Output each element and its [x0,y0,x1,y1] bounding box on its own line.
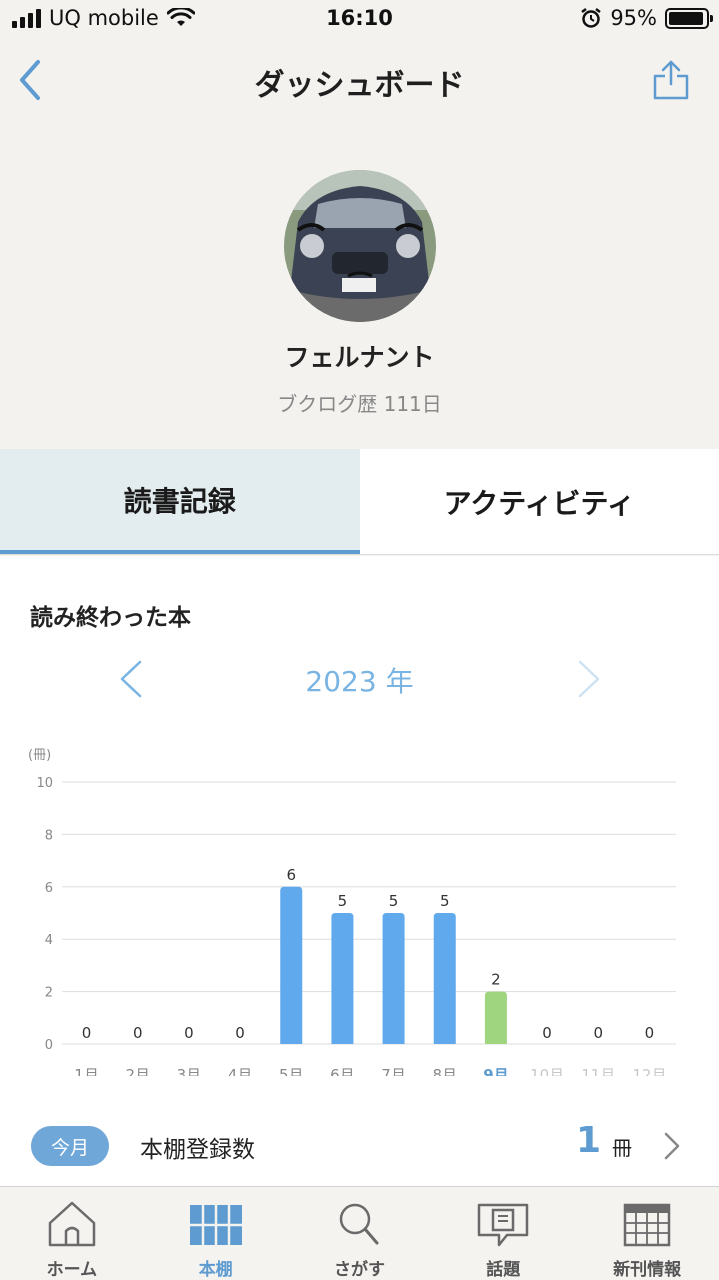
tab-bookshelf[interactable]: 本棚 [144,1187,288,1280]
x-tick-label: 7月 [381,1066,406,1076]
tab-new-releases-label: 新刊情報 [613,1260,682,1280]
bar-value-label: 0 [542,1024,552,1042]
profile-header: フェルナント ブクログ歴 111日 [0,120,719,450]
count-unit: 冊 [612,1136,632,1160]
x-tick-label: 3月 [177,1066,202,1076]
booklog-history: ブクログ歴 111日 [277,392,442,416]
y-tick-label: 6 [45,881,53,896]
x-tick-label: 12月 [632,1066,666,1076]
bottom-tab-bar: ホーム 本棚 さがす 話題 新刊情報 [0,1186,719,1280]
year-navigator: 2023 年 [0,654,719,704]
shelf-registration-label: 本棚登録数 [140,1137,255,1163]
x-tick-label: 6月 [330,1066,355,1076]
share-icon[interactable] [651,58,691,102]
bar-value-label: 0 [645,1024,655,1042]
x-tick-label: 8月 [432,1066,457,1076]
y-tick-label: 0 [45,1038,53,1053]
tab-home[interactable]: ホーム [0,1187,144,1280]
tab-new-releases[interactable]: 新刊情報 [575,1187,719,1280]
this-month-badge: 今月 [31,1126,109,1166]
battery-icon [665,7,713,29]
chevron-right-icon[interactable] [662,1130,682,1162]
tab-activity[interactable]: アクティビティ [360,449,719,554]
y-tick-label: 2 [45,986,53,1001]
chevron-right-icon[interactable] [574,658,604,700]
chart-bar [433,913,456,1044]
tab-topics[interactable]: 話題 [431,1187,575,1280]
tab-bookshelf-label: 本棚 [198,1260,233,1280]
tab-search-label: さがす [333,1260,385,1280]
section-title: 読み終わった本 [30,605,191,631]
bar-value-label: 2 [491,971,501,989]
this-month-row[interactable]: 今月 本棚登録数 1 冊 [0,1120,719,1174]
monthly-read-chart: (冊) 0 2 4 6 8 10 0 1月 0 2月 0 3月 0 4月 6 5月 5 6月 5 7月 5 8月 2 9月 0 10… [28,748,676,1076]
chart-bar [484,991,507,1044]
reading-log-panel: 読み終わった本 2023 年 (冊) 0 2 4 6 8 10 0 1月 0 2月 0 3月 0 4月 6 5月… [0,556,719,1186]
shelf-registration-count: 1 [576,1120,602,1161]
tab-search[interactable]: さがす [288,1187,432,1280]
navigation-bar: ダッシュボード [0,40,719,120]
status-bar: UQ mobile 16:10 95% [0,0,719,40]
x-tick-label: 1月 [74,1066,99,1076]
bar-value-label: 6 [286,866,296,884]
x-tick-label: 2月 [125,1066,150,1076]
tab-bar-segment: 読書記録 アクティビティ [0,449,719,555]
y-tick-label: 10 [36,776,53,791]
bar-value-label: 5 [338,892,348,910]
x-tick-label: 4月 [228,1066,253,1076]
y-axis-unit: (冊) [28,748,51,763]
y-tick-label: 8 [45,828,53,843]
avatar[interactable] [284,170,436,322]
x-tick-label: 5月 [279,1066,304,1076]
chart-bar [382,913,405,1044]
bar-value-label: 0 [133,1024,143,1042]
x-tick-label: 10月 [530,1066,564,1076]
bookshelf-icon [189,1205,242,1245]
chart-bar [280,886,303,1044]
bar-value-label: 5 [440,892,450,910]
chart-bar [331,913,354,1044]
alarm-icon [581,8,602,28]
tab-home-label: ホーム [46,1260,98,1280]
battery-level [669,11,704,25]
bar-value-label: 0 [593,1024,603,1042]
bar-value-label: 5 [389,892,399,910]
page-title: ダッシュボード [254,68,465,103]
bar-value-label: 0 [184,1024,194,1042]
y-tick-label: 4 [45,933,53,948]
calendar-icon [623,1203,671,1247]
home-icon [48,1201,96,1247]
bar-value-label: 0 [235,1024,245,1042]
x-tick-label: 11月 [581,1066,615,1076]
tab-topics-label: 話題 [486,1260,521,1280]
year-label: 2023 年 [305,665,414,698]
user-name: フェルナント [284,343,435,372]
topic-icon [478,1203,529,1247]
status-right: 95% [580,6,713,30]
battery-percent: 95% [610,6,657,30]
x-tick-label: 9月 [483,1066,508,1076]
bar-value-label: 0 [82,1024,92,1042]
tab-reading-log[interactable]: 読書記録 [0,449,360,554]
search-icon [340,1203,379,1245]
